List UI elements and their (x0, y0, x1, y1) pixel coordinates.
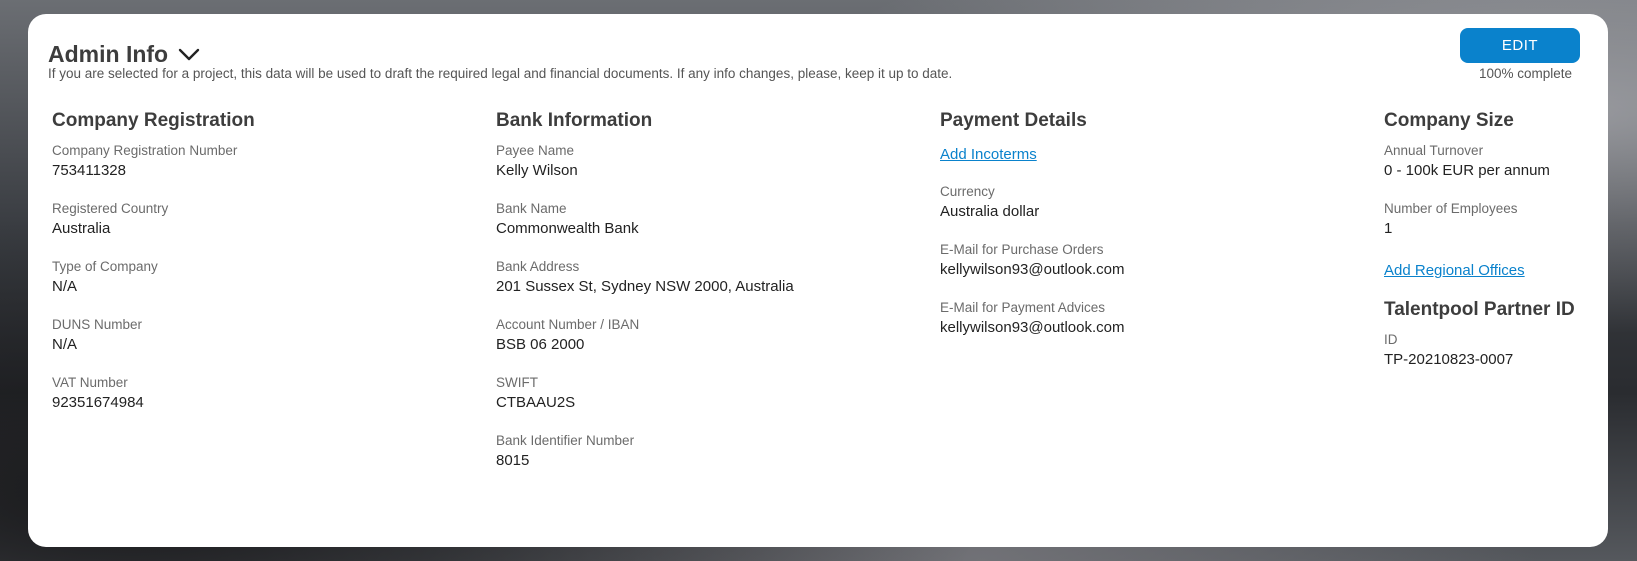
field-value: Kelly Wilson (496, 162, 578, 179)
field-number-of-employees: Number of Employees 1 (1384, 200, 1594, 240)
field-bank-identifier-number: Bank Identifier Number 8015 (496, 432, 916, 472)
field-bank-name: Bank Name Commonwealth Bank (496, 200, 916, 240)
field-label: Number of Employees (1384, 201, 1518, 216)
field-label: Currency (940, 184, 995, 199)
field-duns-number: DUNS Number N/A (52, 316, 472, 356)
field-label: DUNS Number (52, 317, 143, 332)
field-label: VAT Number (52, 375, 128, 390)
field-currency: Currency Australia dollar (940, 183, 1360, 223)
edit-button[interactable]: EDIT (1460, 28, 1580, 63)
field-label: Bank Identifier Number (496, 433, 635, 448)
admin-info-toggle[interactable]: Admin Info (48, 41, 200, 68)
field-value: 92351674984 (52, 394, 144, 411)
field-payee-name: Payee Name Kelly Wilson (496, 142, 916, 182)
field-account-number: Account Number / IBAN BSB 06 2000 (496, 316, 916, 356)
field-label: ID (1384, 332, 1398, 347)
section-heading: Company Registration (52, 110, 255, 131)
field-label: Payee Name (496, 143, 575, 158)
field-label: Bank Address (496, 259, 580, 274)
field-value: 1 (1384, 220, 1393, 237)
admin-info-card: Admin Info If you are selected for a pro… (28, 14, 1608, 547)
field-talentpool-id: ID TP-20210823-0007 (1384, 331, 1594, 371)
section-heading: Payment Details (940, 110, 1087, 131)
field-label: E-Mail for Purchase Orders (940, 242, 1104, 257)
field-type-of-company: Type of Company N/A (52, 258, 472, 298)
field-value: 753411328 (52, 162, 126, 179)
field-value: kellywilson93@outlook.com (940, 319, 1125, 336)
field-value: BSB 06 2000 (496, 336, 585, 353)
field-value: Australia dollar (940, 203, 1040, 220)
field-label: Bank Name (496, 201, 567, 216)
completion-status: 100% complete (1478, 66, 1572, 81)
field-bank-address: Bank Address 201 Sussex St, Sydney NSW 2… (496, 258, 916, 298)
field-label: SWIFT (496, 375, 538, 390)
field-value: 8015 (496, 452, 530, 469)
field-label: Annual Turnover (1384, 143, 1484, 158)
section-heading-talentpool: Talentpool Partner ID (1384, 299, 1575, 320)
field-value: CTBAAU2S (496, 394, 576, 411)
field-vat-number: VAT Number 92351674984 (52, 374, 472, 414)
page-title: Admin Info (48, 41, 169, 67)
field-company-registration-number: Company Registration Number 753411328 (52, 142, 472, 182)
field-registered-country: Registered Country Australia (52, 200, 472, 240)
field-label: E-Mail for Payment Advices (940, 300, 1106, 315)
field-email-purchase-orders: E-Mail for Purchase Orders kellywilson93… (940, 241, 1360, 281)
page-subtitle: If you are selected for a project, this … (48, 66, 953, 81)
field-value: TP-20210823-0007 (1384, 351, 1514, 368)
company-registration-section: Company Registration Company Registratio… (52, 110, 472, 432)
field-value: 201 Sussex St, Sydney NSW 2000, Australi… (496, 278, 794, 295)
field-label: Registered Country (52, 201, 169, 216)
bank-information-section: Bank Information Payee Name Kelly Wilson… (496, 110, 916, 490)
field-value: N/A (52, 336, 78, 353)
section-heading: Company Size (1384, 110, 1514, 131)
section-heading: Bank Information (496, 110, 653, 131)
field-label: Type of Company (52, 259, 158, 274)
field-value: Commonwealth Bank (496, 220, 639, 237)
field-swift: SWIFT CTBAAU2S (496, 374, 916, 414)
company-size-section: Company Size Annual Turnover 0 - 100k EU… (1384, 110, 1594, 389)
add-regional-offices-link[interactable]: Add Regional Offices (1384, 262, 1525, 279)
field-value: 0 - 100k EUR per annum (1384, 162, 1550, 179)
field-email-payment-advices: E-Mail for Payment Advices kellywilson93… (940, 299, 1360, 339)
field-value: N/A (52, 278, 78, 295)
field-label: Company Registration Number (52, 143, 238, 158)
chevron-down-icon[interactable] (178, 48, 200, 62)
add-incoterms-link[interactable]: Add Incoterms (940, 146, 1037, 163)
payment-details-section: Payment Details Add Incoterms Currency A… (940, 110, 1360, 357)
field-label: Account Number / IBAN (496, 317, 640, 332)
field-value: Australia (52, 220, 111, 237)
field-value: kellywilson93@outlook.com (940, 261, 1125, 278)
field-annual-turnover: Annual Turnover 0 - 100k EUR per annum (1384, 142, 1594, 182)
